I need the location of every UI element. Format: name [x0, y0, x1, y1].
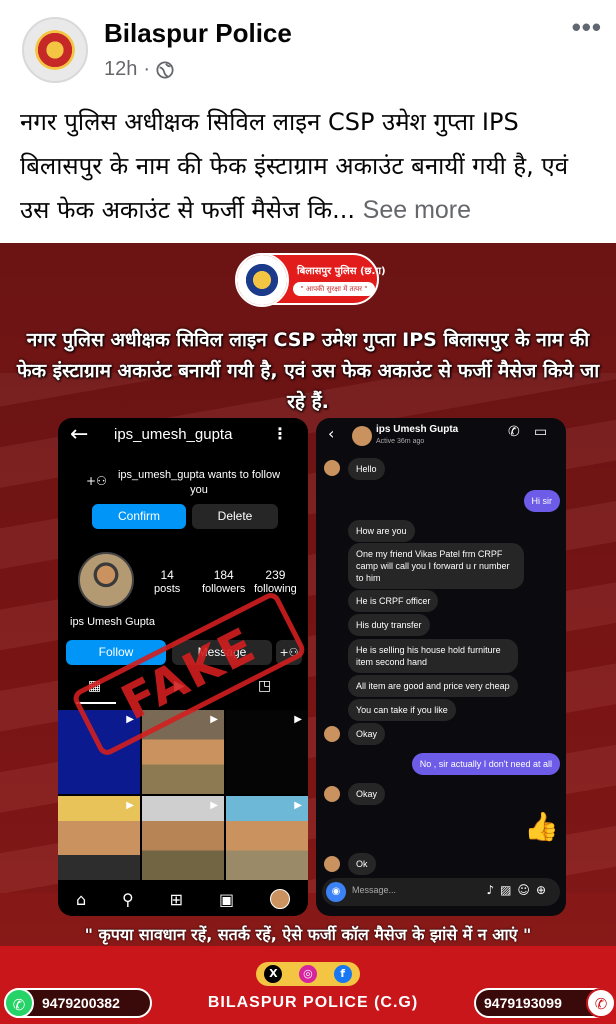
- instagram-chat-screenshot: ‹ ips Umesh Gupta Active 36m ago ✆ ▭ Hel…: [316, 418, 566, 916]
- camera-icon: ◉: [326, 882, 346, 902]
- grid-post: ▶: [142, 796, 224, 880]
- warning-banner: " कृपया सावधान रहें, सतर्क रहें, ऐसे फर्…: [84, 925, 532, 944]
- post-image[interactable]: बिलासपुर पुलिस (छ.ग) " आपकी सुरक्षा में …: [0, 243, 616, 1024]
- posts-count: 14: [160, 568, 174, 582]
- followers-label: followers: [202, 583, 246, 595]
- chat-status: Active 36m ago: [376, 438, 425, 445]
- chat-message: Hello: [348, 458, 385, 480]
- police-logo: बिलासपुर पुलिस (छ.ग) " आपकी सुरक्षा में …: [235, 253, 386, 307]
- profile-username: ips_umesh_gupta: [114, 426, 233, 443]
- search-icon: ⚲: [122, 889, 134, 909]
- following-count: 239: [265, 568, 286, 582]
- following-stat: 239 following: [254, 568, 297, 596]
- posts-stat: 14 posts: [154, 568, 180, 596]
- chat-message: He is selling his house hold furniture i…: [348, 639, 518, 673]
- back-arrow-icon: ←: [70, 422, 89, 447]
- police-emblem-icon: [235, 253, 289, 307]
- profile-avatar-icon: [269, 889, 290, 909]
- sender-avatar: [324, 786, 340, 802]
- profile-topbar: ← ips_umesh_gupta ⋮: [58, 418, 308, 454]
- phone-icon: ✆: [586, 988, 616, 1018]
- grid-post: ▶: [226, 710, 308, 794]
- create-post-icon: ⊞: [169, 889, 184, 909]
- chat-message: Hi sir: [523, 490, 560, 512]
- chat-message: Okay: [348, 723, 386, 745]
- logo-title: बिलासपुर पुलिस (छ.ग): [297, 266, 386, 277]
- see-more-link[interactable]: See more: [363, 196, 471, 224]
- call-number-text: 9479193099: [484, 995, 562, 1011]
- tagged-tab-icon: ◳: [258, 678, 272, 694]
- profile-picture: [78, 552, 134, 608]
- meta-separator: ·: [143, 58, 151, 80]
- reel-icon: ▶: [126, 800, 134, 811]
- chat-message: His duty transfer: [348, 614, 430, 636]
- contact-footer: X ◎ f ✆ 9479200382 BILASPUR POLICE (C.G)…: [0, 946, 616, 1024]
- composer-icons: ♪▨☺⊕: [486, 883, 552, 897]
- chat-message: How are you: [348, 520, 415, 542]
- chat-message: You can take if you like: [348, 699, 456, 721]
- confirm-button: Confirm: [92, 504, 186, 529]
- chat-topbar: ‹ ips Umesh Gupta Active 36m ago ✆ ▭: [316, 418, 566, 454]
- whatsapp-number: ✆ 9479200382: [4, 988, 152, 1018]
- instagram-bottom-nav: ⌂ ⚲ ⊞ ▣: [58, 882, 308, 916]
- post-time[interactable]: 12h: [104, 58, 137, 81]
- message-composer: ◉ Message... ♪▨☺⊕: [322, 878, 560, 906]
- globe-icon: [156, 60, 174, 79]
- message-placeholder: Message...: [352, 885, 397, 895]
- posts-label: posts: [154, 583, 181, 595]
- call-icon: ✆: [508, 424, 520, 440]
- reel-icon: ▶: [294, 800, 302, 811]
- logo-tagline: " आपकी सुरक्षा में तत्पर ": [293, 282, 375, 296]
- whatsapp-icon: ✆: [4, 988, 34, 1018]
- chat-avatar: [352, 426, 372, 446]
- reel-icon: ▶: [210, 714, 218, 725]
- grid-post: ▶: [226, 796, 308, 880]
- post-body: नगर पुलिस अधीक्षक सिविल लाइन CSP उमेश गु…: [20, 108, 569, 224]
- page-avatar[interactable]: [22, 17, 88, 83]
- post-meta: 12h ·: [104, 58, 174, 81]
- chat-name: ips Umesh Gupta: [376, 424, 459, 435]
- social-icons: X ◎ f: [256, 962, 360, 986]
- facebook-icon: f: [333, 965, 352, 983]
- post-text: नगर पुलिस अधीक्षक सिविल लाइन CSP उमेश गु…: [20, 100, 604, 232]
- chat-message: He is CRPF officer: [348, 590, 439, 612]
- kebab-menu-icon: ⋮: [272, 424, 288, 443]
- footer-brand: BILASPUR POLICE (C.G): [207, 994, 419, 1011]
- followers-stat: 184 followers: [202, 568, 245, 596]
- reel-icon: ▶: [210, 800, 218, 811]
- follow-request-text: ips_umesh_gupta wants to follow you: [117, 469, 281, 496]
- display-name: ips Umesh Gupta: [70, 616, 155, 628]
- delete-button: Delete: [192, 504, 278, 529]
- facebook-post: Bilaspur Police 12h · ••• नगर पुलिस अधीक…: [0, 0, 616, 1024]
- followers-count: 184: [213, 568, 234, 582]
- x-twitter-icon: X: [264, 965, 283, 983]
- police-seal-icon: [35, 30, 75, 70]
- chat-message: Okay: [348, 783, 386, 805]
- call-number: 9479193099 ✆: [474, 988, 616, 1018]
- more-options-icon[interactable]: •••: [572, 12, 602, 43]
- chat-message: Ok: [348, 853, 376, 875]
- back-chevron-icon: ‹: [328, 424, 335, 443]
- reels-icon: ▣: [218, 889, 235, 909]
- thumbs-up-icon: 👍: [524, 810, 559, 843]
- chat-message: One my friend Vikas Patel frm CRPF camp …: [348, 543, 524, 589]
- chat-message: No , sir actually I don't need at all: [411, 753, 560, 775]
- grid-post: ▶: [58, 796, 140, 880]
- add-person-icon: +⚇: [86, 474, 107, 488]
- page-name[interactable]: Bilaspur Police: [104, 18, 292, 49]
- post-header: Bilaspur Police 12h · •••: [0, 0, 616, 96]
- sender-avatar: [324, 460, 340, 476]
- sender-avatar: [324, 856, 340, 872]
- instagram-icon: ◎: [298, 965, 317, 983]
- image-headline: नगर पुलिस अधीक्षक सिविल लाइन CSP उमेश गु…: [16, 329, 600, 413]
- sender-avatar: [324, 726, 340, 742]
- reel-icon: ▶: [294, 714, 302, 725]
- video-call-icon: ▭: [534, 424, 548, 440]
- whatsapp-number-text: 9479200382: [42, 995, 120, 1011]
- home-icon: ⌂: [75, 889, 87, 909]
- chat-message: All item are good and price very cheap: [348, 675, 518, 697]
